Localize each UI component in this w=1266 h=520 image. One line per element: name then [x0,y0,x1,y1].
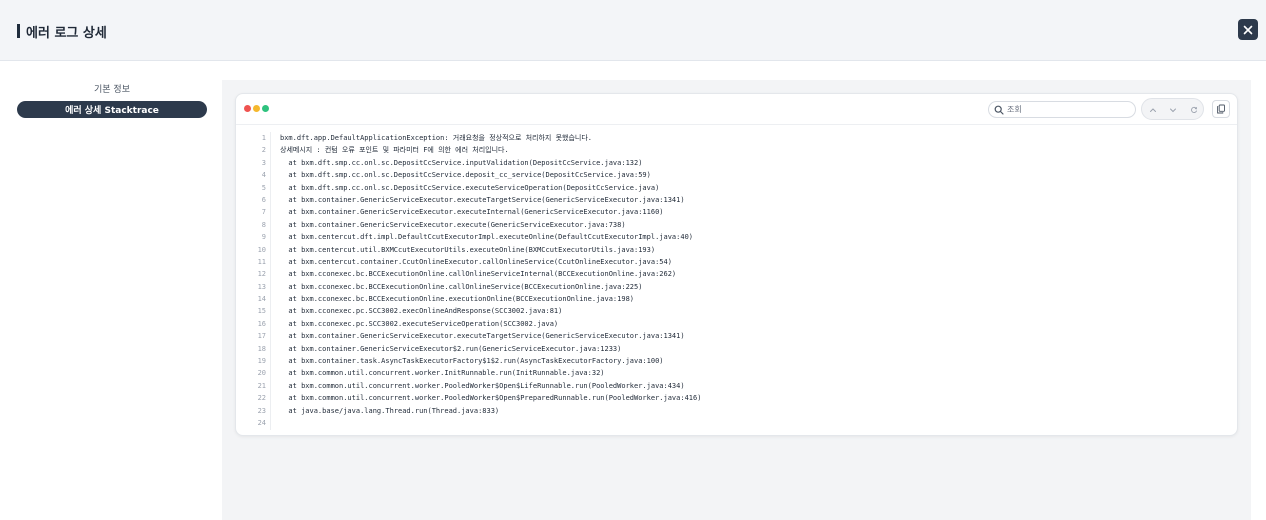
title-accent-bar [17,24,20,38]
code-line: 20 at bxm.common.util.concurrent.worker.… [236,367,1237,379]
code-line: 14 at bxm.cconexec.bc.BCCExecutionOnline… [236,293,1237,305]
code-line-text: at bxm.common.util.concurrent.worker.Ini… [280,369,605,378]
code-line-text: at bxm.cconexec.bc.BCCExecutionOnline.ca… [280,270,677,279]
code-line: 15 at bxm.cconexec.pc.SCC3002.execOnline… [236,305,1237,317]
prev-match-button[interactable] [1147,104,1159,116]
close-icon [1243,25,1253,34]
chevron-up-icon [1150,108,1156,112]
line-number: 16 [257,319,266,328]
code-line: 6 at bxm.container.GenericServiceExecuto… [236,194,1237,206]
reset-search-button[interactable] [1188,104,1200,116]
search-nav-group [1141,98,1204,120]
next-match-button[interactable] [1167,104,1179,116]
line-number: 24 [257,418,266,427]
modal-header: 에러 로그 상세 [0,0,1266,61]
line-number: 23 [257,406,266,415]
stacktrace-code[interactable]: 1 bxm.dft.app.DefaultApplicationException… [236,132,1237,429]
line-number: 14 [257,295,266,304]
line-number: 15 [257,307,266,316]
code-line: 10 at bxm.centercut.util.BXMCcutExecutor… [236,244,1237,256]
page-title: 에러 로그 상세 [26,26,107,41]
code-line-text: bxm.dft.app.DefaultApplicationException:… [280,134,593,142]
code-line-text: at bxm.container.GenericServiceExecutor$… [280,344,622,353]
code-line: 22 at bxm.common.util.concurrent.worker.… [236,392,1237,404]
code-line-text: at bxm.centercut.util.BXMCcutExecutorUti… [280,245,656,254]
copy-icon [1217,104,1225,114]
line-number: 18 [257,344,266,353]
code-line-text: at bxm.dft.smp.cc.onl.sc.DepositCcServic… [280,158,643,167]
code-line: 12 at bxm.cconexec.bc.BCCExecutionOnline… [236,268,1237,280]
copy-button[interactable] [1212,100,1230,118]
code-viewer-toolbar [236,94,1237,125]
code-line: 1 bxm.dft.app.DefaultApplicationException… [236,132,1237,144]
search-input[interactable] [1007,103,1131,116]
line-number: 19 [257,357,266,366]
code-line: 24 [236,417,1237,429]
line-number: 8 [261,220,266,229]
window-dot-green [262,105,269,112]
code-line-text: at bxm.dft.smp.cc.onl.sc.DepositCcServic… [280,183,660,192]
code-line: 13 at bxm.cconexec.bc.BCCExecutionOnline… [236,281,1237,293]
line-number: 5 [261,183,266,192]
chevron-down-icon [1170,108,1176,113]
line-number: 7 [261,208,266,217]
code-line: 4 at bxm.dft.smp.cc.onl.sc.DepositCcServ… [236,169,1237,181]
code-line: 23 at java.base/java.lang.Thread.run(Thr… [236,405,1237,417]
code-line: 3 at bxm.dft.smp.cc.onl.sc.DepositCcServ… [236,157,1237,169]
code-line: 7 at bxm.container.GenericServiceExecuto… [236,206,1237,218]
code-line: 18 at bxm.container.GenericServiceExecut… [236,343,1237,355]
line-number: 11 [257,257,266,266]
code-line-text: at bxm.container.GenericServiceExecutor.… [280,220,626,229]
sidebar-tab-stacktrace[interactable]: 에러 상세 Stacktrace [17,101,207,118]
line-number: 13 [257,282,266,291]
code-line-text: at java.base/java.lang.Thread.run(Thread… [280,406,500,415]
code-line-text: at bxm.container.GenericServiceExecutor.… [280,332,685,341]
code-line-text: at bxm.centercut.container.CcutOnlineExe… [280,257,672,266]
code-line: 9 at bxm.centercut.dft.impl.DefaultCcutE… [236,231,1237,243]
code-line: 21 at bxm.common.util.concurrent.worker.… [236,380,1237,392]
code-line: 2 상세메시지 : 컨텀 오류 포인트 및 파라미터 F에 의한 에러 처리입니다… [236,144,1237,156]
refresh-icon [1191,106,1198,113]
code-line-text: at bxm.container.task.AsyncTaskExecutorF… [280,357,664,366]
code-line: 17 at bxm.container.GenericServiceExecut… [236,330,1237,342]
window-dot-yellow [253,105,260,112]
code-line: 19 at bxm.container.task.AsyncTaskExecut… [236,355,1237,367]
close-button[interactable] [1238,19,1258,40]
code-line-text: at bxm.cconexec.bc.BCCExecutionOnline.ca… [280,282,643,291]
search-box [988,101,1136,118]
code-line: 16 at bxm.cconexec.pc.SCC3002.executeSer… [236,318,1237,330]
line-number: 4 [261,171,266,180]
line-number: 2 [261,146,266,155]
line-number: 17 [257,332,266,341]
line-number: 10 [257,245,266,254]
code-line-text: at bxm.centercut.dft.impl.DefaultCcutExe… [280,233,694,242]
line-number: 20 [257,369,266,378]
code-line-text: at bxm.cconexec.pc.SCC3002.executeServic… [280,319,559,328]
code-viewer-panel: 1 bxm.dft.app.DefaultApplicationException… [235,93,1238,436]
code-line: 11 at bxm.centercut.container.CcutOnline… [236,256,1237,268]
code-line-text: at bxm.container.GenericServiceExecutor.… [280,195,685,204]
code-line-text: at bxm.dft.smp.cc.onl.sc.DepositCcServic… [280,171,651,180]
code-line: 5 at bxm.dft.smp.cc.onl.sc.DepositCcServ… [236,182,1237,194]
line-number: 3 [261,158,266,167]
code-line-text: 상세메시지 : 컨텀 오류 포인트 및 파라미터 F에 의한 에러 처리입니다. [280,146,509,155]
code-line-text: at bxm.cconexec.pc.SCC3002.execOnlineAnd… [280,307,563,316]
code-line-text: at bxm.cconexec.bc.BCCExecutionOnline.ex… [280,295,635,304]
code-line-text: at bxm.container.GenericServiceExecutor.… [280,208,664,217]
window-dot-red [244,105,251,112]
line-number: 22 [257,394,266,403]
code-line: 8 at bxm.container.GenericServiceExecuto… [236,219,1237,231]
line-number: 9 [261,233,266,242]
line-number: 12 [257,270,266,279]
code-line-text: at bxm.common.util.concurrent.worker.Poo… [280,381,685,390]
line-number: 1 [261,134,266,142]
line-number: 21 [257,381,266,390]
line-number: 6 [261,195,266,204]
code-line-text: at bxm.common.util.concurrent.worker.Poo… [280,394,702,403]
search-icon [994,105,1004,115]
sidebar-section-basic-info[interactable]: 기본 정보 [17,82,207,95]
